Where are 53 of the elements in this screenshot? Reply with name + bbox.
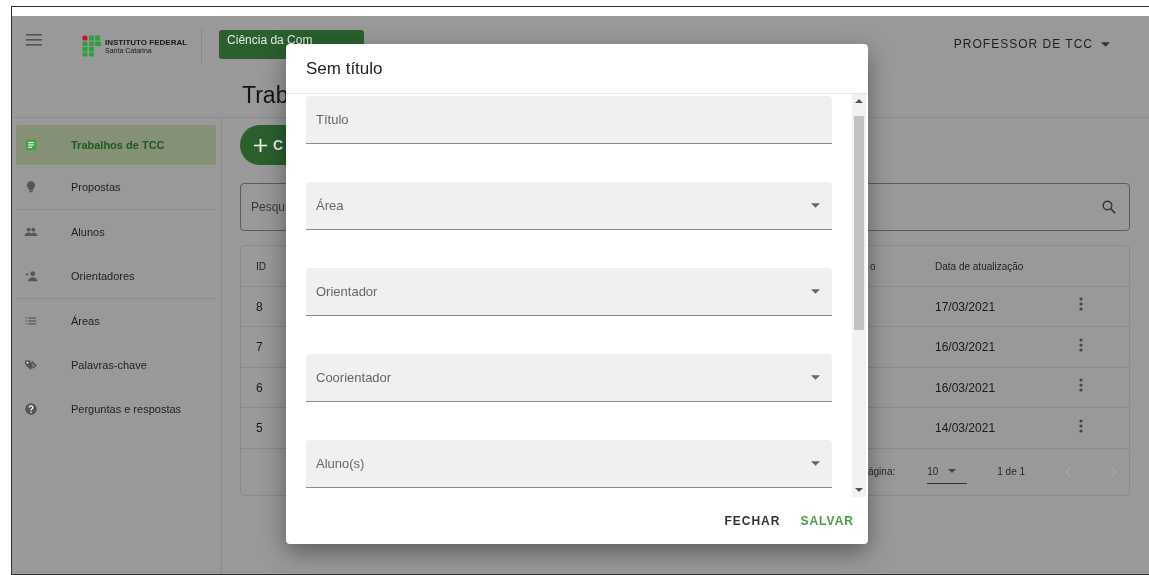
help-icon bbox=[24, 402, 38, 417]
caret-icon bbox=[811, 461, 820, 466]
search-icon[interactable] bbox=[1102, 200, 1116, 215]
person-add-icon bbox=[24, 269, 38, 284]
page-title: Trab bbox=[242, 83, 289, 109]
select-field[interactable]: Orientador bbox=[306, 268, 832, 316]
table-cell-text: 7 bbox=[255, 339, 264, 357]
tags-icon bbox=[24, 358, 38, 373]
more-icon[interactable] bbox=[1079, 337, 1083, 352]
lightbulb-icon bbox=[24, 180, 38, 195]
caret-icon bbox=[811, 289, 820, 294]
table-cell-text: 17/03/2021 bbox=[934, 298, 997, 316]
more-icon[interactable] bbox=[1079, 378, 1083, 393]
page-range: 1 de 1 bbox=[997, 465, 1026, 480]
table-cell-text: 5 bbox=[255, 420, 264, 438]
select-field[interactable]: Coorientador bbox=[306, 354, 832, 402]
document-icon bbox=[24, 138, 38, 153]
table-cell-text: 16/03/2021 bbox=[934, 379, 997, 397]
logo-icon bbox=[82, 35, 102, 57]
caret-icon bbox=[948, 469, 957, 474]
table-cell-text: 16/03/2021 bbox=[934, 339, 997, 357]
rows-per-page-label: ágina: bbox=[868, 465, 896, 480]
caret-icon bbox=[811, 375, 820, 380]
user-menu-button[interactable]: PROFESSOR DE TCC bbox=[952, 34, 1111, 54]
plus-icon bbox=[254, 138, 267, 152]
scrollbar[interactable] bbox=[852, 94, 866, 497]
select-field[interactable]: Área bbox=[306, 182, 832, 230]
column-header: Data de atualização bbox=[934, 259, 1025, 274]
sidebar-item[interactable]: Perguntas e respostas bbox=[16, 387, 216, 432]
table-cell-text: 6 bbox=[255, 379, 264, 397]
menu-icon[interactable] bbox=[26, 34, 42, 46]
save-button[interactable]: SALVAR bbox=[792, 505, 862, 536]
sidebar-item[interactable]: Alunos bbox=[16, 210, 216, 255]
sidebar-item[interactable]: Orientadores bbox=[16, 254, 216, 299]
close-button[interactable]: FECHAR bbox=[716, 505, 789, 536]
rows-per-page-select[interactable]: 10 bbox=[927, 459, 968, 484]
table-cell-text: 14/03/2021 bbox=[934, 420, 997, 438]
input-field[interactable]: Título bbox=[306, 96, 832, 144]
sidebar-item[interactable]: Propostas bbox=[16, 165, 216, 210]
more-icon[interactable] bbox=[1079, 418, 1083, 433]
column-header: o bbox=[870, 259, 877, 274]
scroll-down-icon[interactable] bbox=[855, 487, 863, 493]
table-cell-text: 8 bbox=[255, 298, 264, 316]
caret-icon bbox=[811, 203, 820, 208]
scroll-up-icon[interactable] bbox=[855, 98, 863, 104]
more-icon[interactable] bbox=[1079, 297, 1083, 312]
logo-title: INSTITUTO FEDERAL bbox=[105, 38, 188, 47]
sidebar-item[interactable]: Áreas bbox=[16, 299, 216, 344]
select-field[interactable]: Aluno(s) bbox=[306, 440, 832, 488]
sidebar-item[interactable]: Palavras-chave bbox=[16, 343, 216, 388]
caret-icon bbox=[1101, 41, 1110, 47]
dialog-title: Sem título bbox=[286, 44, 868, 94]
column-header: ID bbox=[255, 259, 267, 274]
